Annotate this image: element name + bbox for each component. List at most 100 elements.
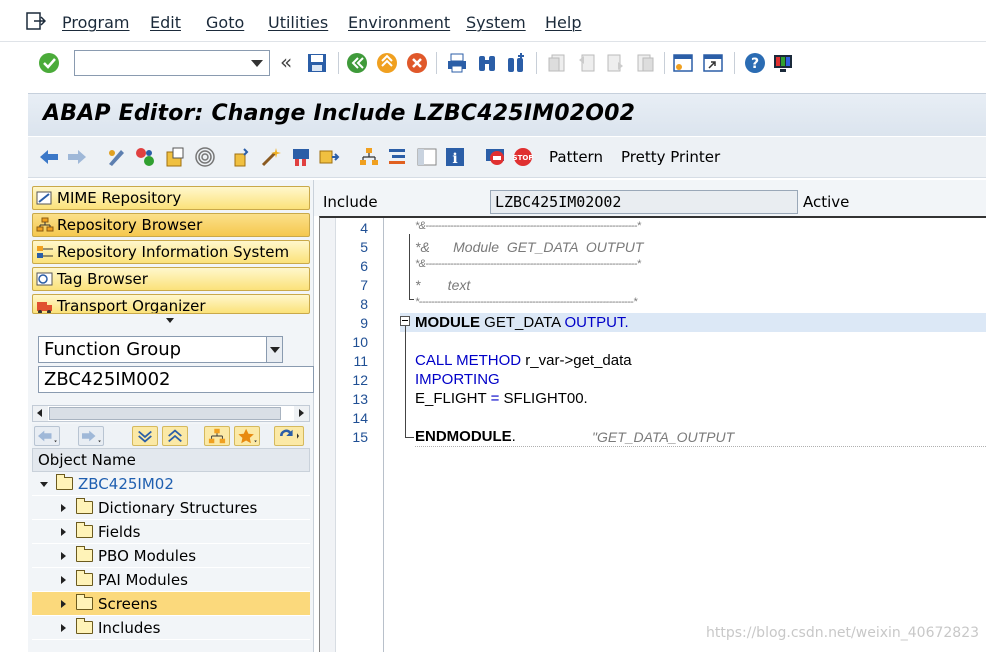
- favorites-icon[interactable]: [234, 426, 260, 446]
- set-session-breakpoint-icon[interactable]: STOP: [512, 146, 534, 168]
- save-icon[interactable]: [306, 52, 328, 74]
- folder-icon: [76, 546, 93, 562]
- last-page-icon[interactable]: [634, 52, 656, 74]
- keyword-output: OUTPUT: [564, 314, 625, 331]
- display-object-list-icon[interactable]: [416, 146, 438, 168]
- display-change-icon[interactable]: [106, 146, 128, 168]
- repository-browser-icon: [36, 217, 54, 232]
- mime-repository-button[interactable]: MIME Repository: [32, 186, 310, 210]
- folder-open-icon: [56, 474, 73, 490]
- line-number: 9: [360, 315, 368, 331]
- previous-page-icon[interactable]: [576, 52, 598, 74]
- hierarchy-icon[interactable]: [204, 426, 230, 446]
- tree-node-pai-modules[interactable]: PAI Modules: [32, 568, 310, 592]
- tree-node-fields[interactable]: Fields: [32, 520, 310, 544]
- include-name-field[interactable]: LZBC425IM02O02: [490, 190, 798, 214]
- set-breakpoint-icon[interactable]: [484, 146, 506, 168]
- expand-node-icon[interactable]: [61, 552, 66, 560]
- collapse-command-icon[interactable]: «: [280, 50, 292, 74]
- customize-layout-icon[interactable]: [772, 52, 794, 74]
- repository-information-system-button[interactable]: Repository Information System: [32, 240, 310, 264]
- tree-back-icon[interactable]: [34, 426, 60, 446]
- expand-node-icon[interactable]: [61, 576, 66, 584]
- menu-environment[interactable]: Environment: [348, 13, 450, 32]
- exit-yellow-icon[interactable]: [376, 52, 398, 74]
- transport-organizer-button[interactable]: Transport Organizer: [32, 294, 310, 314]
- menu-goto[interactable]: Goto: [206, 13, 244, 32]
- object-list-icon[interactable]: [358, 146, 380, 168]
- scroll-left-icon[interactable]: [33, 406, 48, 421]
- tag-browser-label: Tag Browser: [57, 270, 148, 288]
- back-icon[interactable]: [346, 52, 368, 74]
- find-next-icon[interactable]: [506, 52, 528, 74]
- more-buttons-icon[interactable]: [166, 318, 174, 323]
- folder-icon: [76, 594, 93, 610]
- cancel-icon[interactable]: [406, 52, 428, 74]
- parameter-value: SFLIGHT00.: [499, 390, 588, 407]
- print-icon[interactable]: [446, 52, 468, 74]
- other-object-icon[interactable]: [164, 146, 186, 168]
- first-page-icon[interactable]: [546, 52, 568, 74]
- line-number: 4: [360, 220, 368, 236]
- next-page-icon[interactable]: [604, 52, 626, 74]
- expand-node-icon[interactable]: [61, 528, 66, 536]
- pattern-button[interactable]: Pattern: [549, 148, 603, 166]
- forward-arrow-icon[interactable]: [66, 146, 88, 168]
- pretty-printer-button[interactable]: Pretty Printer: [621, 148, 720, 166]
- object-type-dropdown-icon[interactable]: [266, 337, 282, 362]
- menu-help[interactable]: Help: [545, 13, 581, 32]
- info-icon[interactable]: i: [444, 146, 466, 168]
- comment-block-bracket: [409, 234, 414, 300]
- repository-information-system-label: Repository Information System: [57, 243, 290, 261]
- exit-icon[interactable]: [26, 12, 46, 30]
- tree-node-pbo-modules[interactable]: PBO Modules: [32, 544, 310, 568]
- tree-node-includes[interactable]: Includes: [32, 616, 310, 640]
- refresh-icon[interactable]: [274, 426, 304, 446]
- menu-system[interactable]: System: [466, 13, 526, 32]
- check-syntax-icon[interactable]: [232, 146, 254, 168]
- collapse-block-icon[interactable]: [400, 316, 410, 326]
- tree-root-label: ZBC425IM02: [78, 475, 174, 493]
- collapse-all-icon[interactable]: [162, 426, 188, 446]
- menu-edit[interactable]: Edit: [150, 13, 181, 32]
- command-dropdown-icon[interactable]: [251, 60, 263, 67]
- enter-icon[interactable]: [38, 52, 60, 74]
- scrollbar-thumb[interactable]: [49, 407, 281, 420]
- tree-node-label: PAI Modules: [98, 571, 188, 589]
- where-used-list-icon[interactable]: [318, 146, 340, 168]
- active-inactive-icon[interactable]: [134, 146, 156, 168]
- expand-node-icon[interactable]: [61, 504, 66, 512]
- back-arrow-icon[interactable]: [38, 146, 60, 168]
- where-used-icon[interactable]: [194, 146, 216, 168]
- folder-icon: [76, 618, 93, 634]
- include-label: Include: [323, 193, 378, 211]
- tree-node-dictionary-structures[interactable]: Dictionary Structures: [32, 496, 310, 520]
- object-name-input[interactable]: ZBC425IM002: [38, 366, 314, 393]
- tree-root-node[interactable]: ZBC425IM02: [32, 472, 310, 496]
- menu-program[interactable]: Program: [62, 13, 130, 32]
- expand-node-icon[interactable]: [61, 624, 66, 632]
- command-field[interactable]: [74, 50, 270, 76]
- line-number: 7: [360, 277, 368, 293]
- find-icon[interactable]: [476, 52, 498, 74]
- horizontal-scrollbar[interactable]: [32, 405, 310, 422]
- object-type-select[interactable]: Function Group: [38, 336, 283, 363]
- collapse-node-icon[interactable]: [40, 482, 48, 487]
- svg-text:STOP: STOP: [513, 154, 534, 162]
- method-call: r_var->get_data: [521, 352, 632, 369]
- menu-utilities[interactable]: Utilities: [268, 13, 328, 32]
- help-icon[interactable]: ?: [744, 52, 766, 74]
- expand-node-icon[interactable]: [61, 600, 66, 608]
- tree-forward-icon[interactable]: [78, 426, 104, 446]
- new-session-icon[interactable]: [672, 52, 694, 74]
- repository-browser-button[interactable]: Repository Browser: [32, 213, 310, 237]
- shortcut-icon[interactable]: [702, 52, 724, 74]
- expand-all-icon[interactable]: [132, 426, 158, 446]
- keyword-importing: IMPORTING: [415, 371, 500, 388]
- tree-node-screens[interactable]: Screens: [32, 592, 310, 616]
- navigation-window-icon[interactable]: [386, 146, 408, 168]
- scroll-right-icon[interactable]: [294, 406, 309, 421]
- tag-browser-button[interactable]: Tag Browser: [32, 267, 310, 291]
- test-icon[interactable]: [290, 146, 312, 168]
- activate-icon[interactable]: [260, 146, 282, 168]
